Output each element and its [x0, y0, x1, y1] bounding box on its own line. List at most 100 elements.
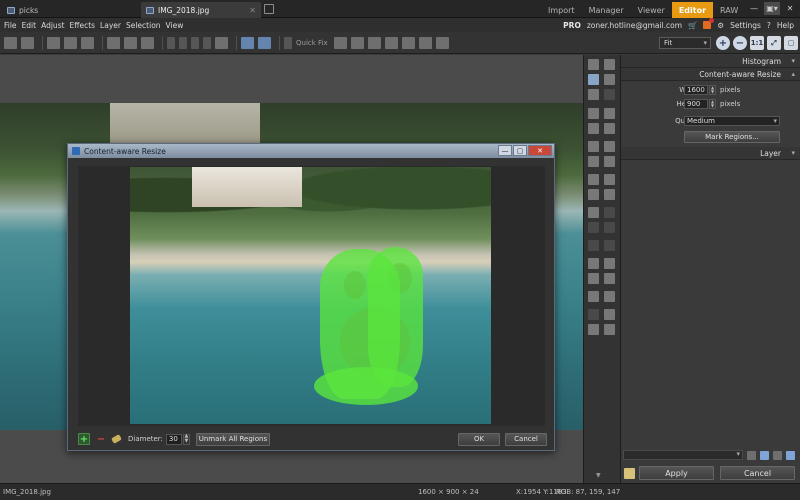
layer-section[interactable]: Layer ▾ [621, 147, 800, 160]
dialog-title-bar[interactable]: Content-aware Resize — ▢ ✕ [68, 144, 554, 158]
view-single-icon[interactable] [241, 36, 254, 49]
rotate-icon[interactable] [435, 36, 449, 49]
height-input[interactable]: 900 [684, 99, 708, 109]
forward-icon[interactable] [21, 36, 34, 49]
rect-select-icon[interactable] [588, 207, 599, 218]
zoom-out-icon[interactable]: − [733, 36, 747, 50]
wand-icon[interactable] [604, 240, 615, 251]
heal-icon[interactable] [604, 156, 615, 167]
print-tool-icon[interactable] [604, 59, 615, 70]
unmark-all-regions-button[interactable]: Unmark All Regions [195, 432, 270, 446]
line-icon[interactable] [588, 258, 599, 269]
module-viewer[interactable]: Viewer [631, 2, 672, 18]
magnifier-icon[interactable] [604, 74, 615, 85]
quick-fix-icon[interactable] [284, 36, 292, 49]
diameter-input[interactable]: 30 [165, 433, 182, 445]
paste-icon[interactable] [124, 36, 137, 49]
minimize-icon[interactable]: — [746, 2, 762, 15]
module-import[interactable]: Import [541, 2, 582, 18]
diameter-stepper[interactable]: ▲ ▼ [182, 433, 190, 445]
leaf-icon[interactable] [367, 36, 381, 49]
menu-adjust[interactable]: Adjust [41, 21, 64, 30]
open-icon[interactable] [47, 36, 60, 49]
ellipse-select-icon[interactable] [604, 207, 615, 218]
help-icon[interactable]: ? [767, 21, 771, 30]
eraser-tool-icon[interactable] [604, 189, 615, 200]
menu-edit[interactable]: Edit [22, 21, 37, 30]
preview-photo[interactable] [130, 167, 491, 424]
new-tab-icon[interactable] [264, 4, 274, 14]
redo-dropdown-icon[interactable] [203, 36, 211, 49]
tab-picks[interactable]: picks [2, 2, 138, 18]
undo-dropdown-icon[interactable] [179, 36, 187, 49]
straighten-icon[interactable] [588, 108, 599, 119]
canvas-icon[interactable] [604, 324, 615, 335]
copy-icon[interactable] [107, 36, 120, 49]
close-icon[interactable]: ✕ [249, 6, 256, 15]
undo-icon[interactable] [167, 36, 175, 49]
menu-view[interactable]: View [166, 21, 184, 30]
module-manager[interactable]: Manager [582, 2, 631, 18]
magic-wand-icon[interactable] [604, 222, 615, 233]
add-preset-icon[interactable] [747, 450, 756, 460]
gradient-icon[interactable] [588, 291, 599, 302]
height-stepper[interactable]: ▲ ▼ [709, 99, 716, 109]
smudge-icon[interactable] [588, 189, 599, 200]
save-preset-icon[interactable] [760, 450, 769, 460]
histogram-section[interactable]: Histogram ▾ [621, 55, 800, 68]
pencil-icon[interactable] [604, 174, 615, 185]
menu-layer[interactable]: Layer [100, 21, 121, 30]
gear-icon[interactable]: ⚙ [717, 21, 724, 30]
dialog-minimize-icon[interactable]: — [498, 145, 512, 156]
save-icon[interactable] [64, 36, 77, 49]
news-icon[interactable] [703, 18, 715, 29]
apply-button[interactable]: Apply [639, 466, 714, 480]
landscape-icon[interactable] [604, 309, 615, 320]
sharpen-icon[interactable] [401, 36, 415, 49]
redo-icon[interactable] [191, 36, 199, 49]
module-raw[interactable]: RAW [713, 2, 745, 18]
width-input[interactable]: 1600 [684, 85, 708, 95]
auto-icon[interactable] [333, 36, 347, 49]
pen-icon[interactable] [604, 258, 615, 269]
width-stepper[interactable]: ▲ ▼ [709, 85, 716, 95]
redeye-icon[interactable] [604, 141, 615, 152]
text-tool-icon[interactable] [588, 141, 599, 152]
book-icon[interactable] [604, 108, 615, 119]
add-region-icon[interactable]: + [78, 433, 90, 445]
layout-icon[interactable]: ▣▾ [764, 2, 780, 15]
module-editor[interactable]: Editor [671, 2, 714, 18]
mark-regions-button[interactable]: Mark Regions... [684, 131, 780, 143]
cancel-button[interactable]: Cancel [505, 432, 547, 446]
adjust-tool-icon[interactable] [588, 309, 599, 320]
print-icon[interactable] [81, 36, 94, 49]
duplicate-icon[interactable] [141, 36, 154, 49]
reset-icon[interactable] [786, 450, 795, 460]
menu-effects[interactable]: Effects [70, 21, 96, 30]
lasso-icon[interactable] [588, 222, 599, 233]
save-as-icon[interactable] [624, 467, 635, 479]
perspective-icon[interactable] [604, 123, 615, 134]
back-icon[interactable] [4, 36, 17, 49]
resize-icon[interactable] [418, 36, 432, 49]
menu-selection[interactable]: Selection [126, 21, 161, 30]
brush-icon[interactable] [588, 174, 599, 185]
layers-tool-icon[interactable] [588, 123, 599, 134]
stamp-icon[interactable] [588, 156, 599, 167]
levels-icon[interactable] [350, 36, 364, 49]
quality-select[interactable]: Medium [684, 116, 780, 126]
polygon-icon[interactable] [588, 240, 599, 251]
window-close-icon[interactable]: ✕ [782, 2, 798, 15]
tab-image[interactable]: IMG_2018.jpg ✕ [141, 2, 261, 18]
select-tool-icon[interactable] [588, 74, 599, 85]
delete-preset-icon[interactable] [773, 450, 782, 460]
menu-file[interactable]: File [4, 21, 17, 30]
zoom-in-icon[interactable]: + [716, 36, 730, 50]
crop-icon[interactable] [604, 89, 615, 100]
cart-icon[interactable]: 🛒 [688, 21, 697, 30]
scroll-down-icon[interactable]: ▼ [596, 472, 601, 479]
dialog-maximize-icon[interactable]: ▢ [513, 145, 527, 156]
view-split-icon[interactable] [258, 36, 271, 49]
zoom-mode-select[interactable]: Fit [659, 37, 711, 49]
shape-icon[interactable] [588, 273, 599, 284]
